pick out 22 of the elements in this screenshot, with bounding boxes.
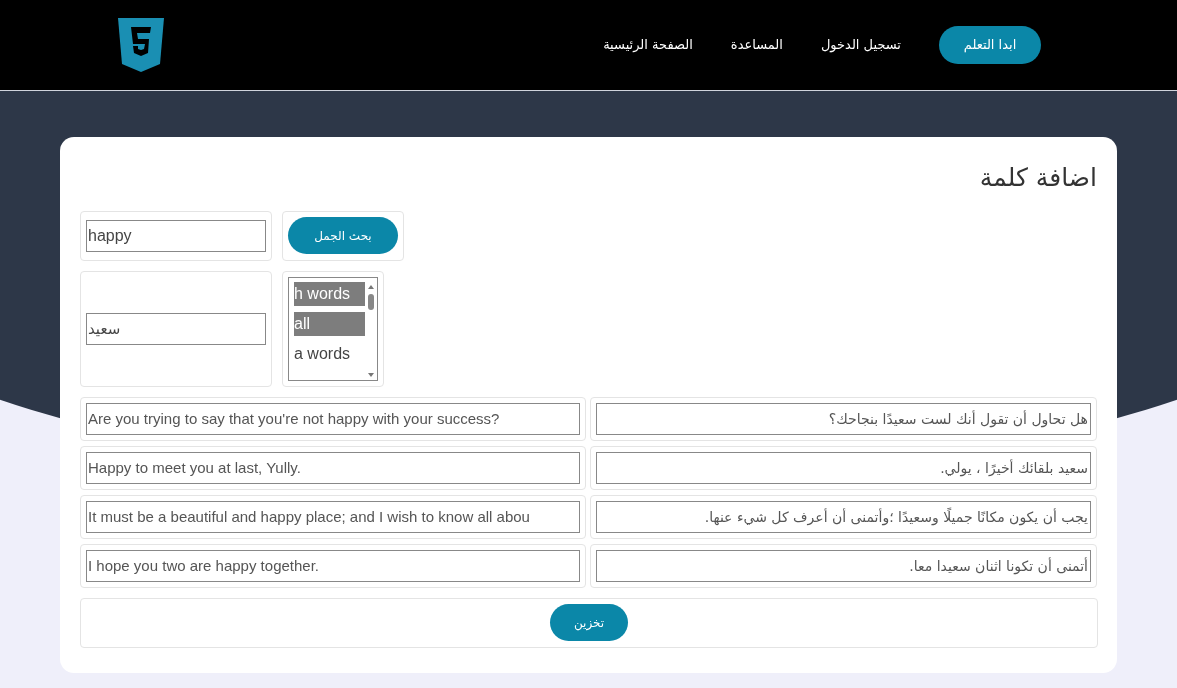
arabic-sentence-field[interactable]: هل تحاول أن تقول أنك لست سعيدًا بنجاحك؟ bbox=[595, 402, 1091, 435]
save-button[interactable]: تخزين bbox=[550, 604, 628, 641]
english-sentence-field[interactable]: I hope you two are happy together. bbox=[86, 549, 580, 582]
list-option[interactable]: a words bbox=[294, 341, 365, 366]
list-option[interactable]: h words bbox=[294, 281, 365, 306]
nav-link[interactable]: المساعدة bbox=[730, 35, 783, 55]
english-sentence-field[interactable]: It must be a beautiful and happy place; and I wish to know all abou bbox=[86, 500, 580, 533]
page-title: اضافة كلمة bbox=[978, 162, 1097, 194]
english-sentence-field[interactable]: Happy to meet you at last, Yully. bbox=[86, 451, 580, 484]
nav-link[interactable]: تسجيل الدخول bbox=[820, 35, 901, 55]
word-field[interactable]: سعيد bbox=[86, 312, 266, 345]
arabic-sentence-field[interactable]: سعيد بلقائك أخيرًا ، يولي. bbox=[595, 451, 1091, 484]
list-option[interactable]: all bbox=[294, 311, 365, 336]
search-sentences-button[interactable]: بحث الجمل bbox=[288, 217, 398, 254]
category-listbox[interactable]: h words all a words bbox=[288, 276, 378, 381]
start-learning-button[interactable]: ابدا التعلم bbox=[939, 26, 1041, 64]
html5-logo-icon[interactable] bbox=[118, 18, 164, 72]
arabic-sentence-field[interactable]: يجب أن يكون مكانًا جميلًا وسعيدًا ؛وأتمنى أن أعرف كل شيء عنها. bbox=[595, 500, 1091, 533]
nav-link[interactable]: الصفحة الرئيسية bbox=[603, 35, 693, 55]
search-field[interactable]: happy bbox=[86, 219, 266, 252]
arabic-sentence-field[interactable]: أتمنى أن تكونا اثنان سعيدا معا. bbox=[595, 549, 1091, 582]
english-sentence-field[interactable]: Are you trying to say that you're not happy with your success? bbox=[86, 402, 580, 435]
